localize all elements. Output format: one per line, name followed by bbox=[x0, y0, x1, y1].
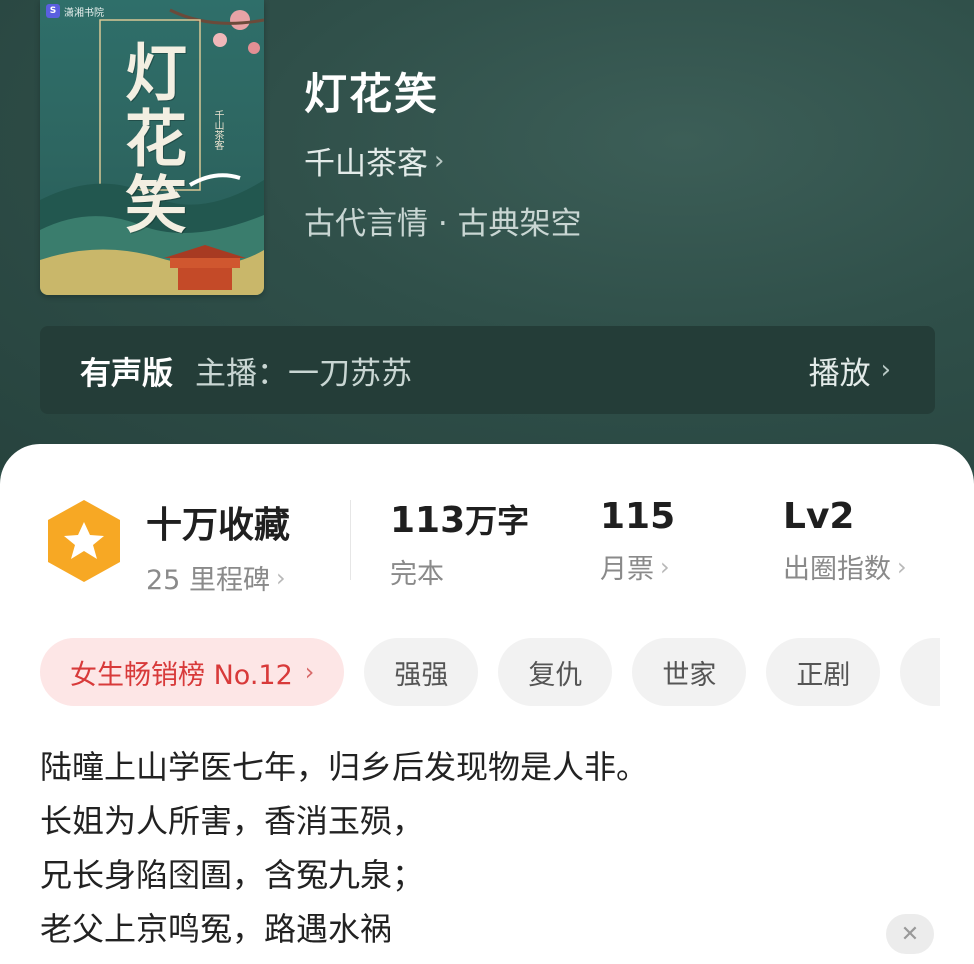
audio-host: 主播：一刀苏苏 bbox=[195, 355, 412, 392]
tag-chip-overflow[interactable] bbox=[900, 638, 941, 706]
influence-value: Lv2 bbox=[783, 496, 855, 537]
influence-stat[interactable]: Lv2 出圈指数 › bbox=[783, 496, 907, 586]
influence-label: 出圈指数 bbox=[783, 554, 891, 585]
monthly-tickets-value: 115 bbox=[600, 496, 676, 537]
tag-chip[interactable]: 正剧 bbox=[766, 638, 881, 706]
tag-list: 女生畅销榜 No.12 › 强强 复仇 世家 正剧 bbox=[40, 638, 941, 706]
tag-chip[interactable]: 强强 bbox=[364, 638, 479, 706]
chevron-right-icon: › bbox=[660, 552, 670, 581]
word-count-value: 113 bbox=[390, 500, 466, 541]
book-cover-image[interactable]: S 潇湘书院 灯花笑 千山茶客 bbox=[40, 0, 264, 295]
chevron-right-icon: › bbox=[275, 563, 286, 592]
stats-row: 十万收藏 25 里程碑 › 113万字 完本 115 月票 › Lv2 出圈指数… bbox=[0, 496, 974, 596]
description-line: 长姐为人所害，香消玉殒， bbox=[40, 802, 425, 840]
monthly-tickets-stat[interactable]: 115 月票 › bbox=[600, 496, 675, 586]
audio-version-bar[interactable]: 有声版 主播：一刀苏苏 播放 › bbox=[40, 326, 935, 414]
book-header: S 潇湘书院 灯花笑 千山茶客 灯花笑 千山茶客 › 古代言情 · 古典架空 有… bbox=[0, 0, 974, 470]
monthly-tickets-label: 月票 bbox=[600, 554, 654, 585]
star-badge-icon bbox=[48, 500, 120, 582]
ranking-tag[interactable]: 女生畅销榜 No.12 › bbox=[40, 638, 345, 706]
audio-version-label: 有声版 bbox=[80, 355, 173, 392]
book-title: 灯花笑 bbox=[304, 70, 439, 120]
word-count-stat: 113万字 完本 bbox=[390, 496, 529, 591]
book-info-card: 十万收藏 25 里程碑 › 113万字 完本 115 月票 › Lv2 出圈指数… bbox=[0, 444, 974, 964]
author-name: 千山茶客 bbox=[304, 146, 428, 182]
tag-chip[interactable]: 世家 bbox=[632, 638, 747, 706]
chevron-right-icon: › bbox=[897, 552, 907, 581]
play-button[interactable]: 播放 › bbox=[809, 348, 891, 393]
book-description[interactable]: 陆曈上山学医七年，归乡后发现物是人非。 长姐为人所害，香消玉殒， 兄长身陷囹圄，… bbox=[40, 740, 648, 956]
cover-title-art: 灯花笑 bbox=[114, 40, 187, 238]
milestone-label: 25 里程碑 bbox=[146, 565, 270, 596]
close-icon[interactable]: ✕ bbox=[886, 914, 934, 954]
play-label: 播放 bbox=[808, 355, 871, 392]
favorites-stat[interactable]: 十万收藏 25 里程碑 › bbox=[146, 496, 290, 597]
word-count-unit: 万字 bbox=[465, 502, 530, 540]
description-line: 陆曈上山学医七年，归乡后发现物是人非。 bbox=[40, 748, 649, 786]
completion-status: 完本 bbox=[390, 559, 444, 590]
book-genre: 古代言情 · 古典架空 bbox=[304, 206, 582, 242]
author-link[interactable]: 千山茶客 › bbox=[304, 138, 444, 183]
tag-chip[interactable]: 复仇 bbox=[498, 638, 613, 706]
chevron-right-icon: › bbox=[434, 145, 445, 176]
cover-author-art: 千山茶客 bbox=[212, 110, 223, 150]
ranking-label: 女生畅销榜 No.12 bbox=[70, 659, 293, 691]
description-line: 老父上京鸣冤，路遇水祸 bbox=[40, 910, 393, 948]
description-line: 兄长身陷囹圄，含冤九泉； bbox=[40, 856, 425, 894]
favorites-value: 十万收藏 bbox=[146, 505, 291, 546]
chevron-right-icon: › bbox=[304, 658, 315, 686]
chevron-right-icon: › bbox=[880, 355, 891, 385]
stats-divider bbox=[350, 500, 351, 580]
